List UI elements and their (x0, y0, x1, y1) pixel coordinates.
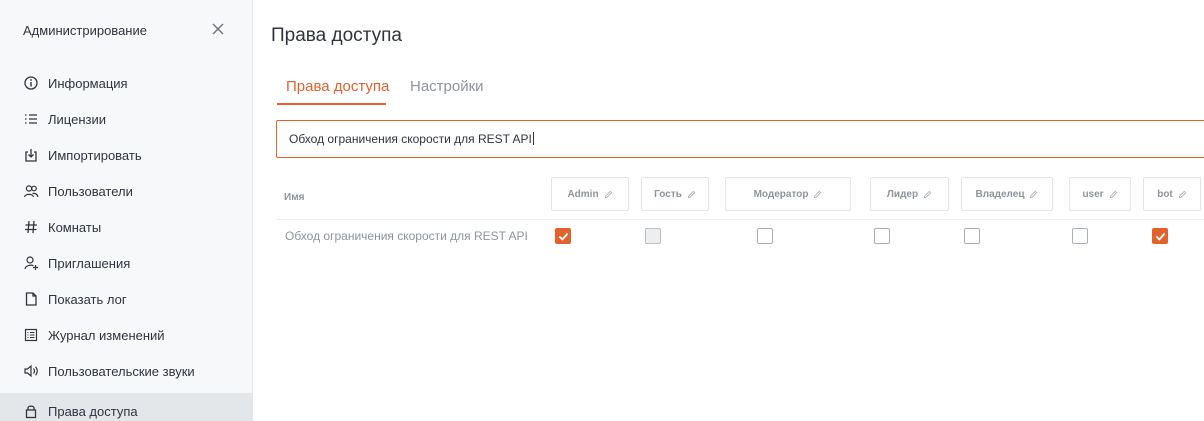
close-icon[interactable] (209, 20, 227, 38)
journal-icon (22, 326, 40, 344)
role-label: bot (1157, 188, 1173, 200)
sidebar-item-label: Пользовательские звуки (48, 363, 195, 379)
permission-checkbox-admin[interactable] (555, 228, 571, 244)
role-header-moderator[interactable]: Модератор (725, 177, 851, 211)
role-header-leader[interactable]: Лидер (870, 177, 949, 211)
pencil-icon (1030, 190, 1038, 198)
tab-settings[interactable]: Настройки (410, 78, 484, 95)
check-icon (1155, 232, 1166, 241)
permission-name: Обход ограничения скорости для REST API (285, 229, 528, 243)
active-tab-indicator (277, 103, 386, 105)
role-label: Модератор (753, 188, 809, 200)
sidebar-item-users[interactable]: Пользователи (0, 173, 253, 209)
check-icon (558, 232, 569, 241)
sidebar-item-licenses[interactable]: Лицензии (0, 101, 253, 137)
search-input[interactable]: Обход ограничения скорости для REST API (276, 120, 1204, 158)
file-icon (22, 290, 40, 308)
permission-checkbox-user[interactable] (1072, 228, 1088, 244)
search-input-value: Обход ограничения скорости для REST API (289, 132, 534, 146)
pencil-icon (1109, 190, 1117, 198)
info-icon (22, 74, 40, 92)
pencil-icon (687, 190, 696, 198)
role-label: Лидер (886, 188, 919, 200)
sidebar-item-audit-log[interactable]: Журнал изменений (0, 317, 253, 353)
sidebar-item-label: Приглашения (48, 255, 131, 271)
sidebar-item-invites[interactable]: Приглашения (0, 245, 253, 281)
volume-icon (22, 362, 40, 380)
sidebar-item-permissions[interactable]: Права доступа (0, 393, 253, 421)
sidebar-item-logs[interactable]: Показать лог (0, 281, 253, 317)
role-label: user (1082, 188, 1104, 200)
table-divider (276, 219, 1204, 220)
sidebar-item-label: Журнал изменений (48, 327, 165, 343)
admin-sidebar: Администрирование Информация Лицензии Им… (0, 0, 253, 421)
hashtag-icon (22, 218, 40, 236)
import-icon (22, 146, 40, 164)
role-header-user[interactable]: user (1069, 177, 1131, 211)
pencil-icon (923, 190, 932, 198)
sidebar-item-import[interactable]: Импортировать (0, 137, 253, 173)
sidebar-item-label: Пользователи (48, 183, 133, 199)
user-plus-icon (22, 254, 40, 272)
pencil-icon (814, 190, 822, 198)
sidebar-title: Администрирование (23, 23, 147, 38)
sidebar-item-label: Импортировать (48, 147, 142, 163)
permission-checkbox-owner[interactable] (964, 228, 980, 244)
permission-checkbox-leader[interactable] (874, 228, 890, 244)
list-icon (22, 110, 40, 128)
pencil-icon (1178, 190, 1186, 198)
sidebar-item-label: Показать лог (48, 291, 127, 307)
tab-permissions[interactable]: Права доступа (286, 78, 389, 95)
sidebar-item-label: Комнаты (48, 219, 102, 235)
role-header-bot[interactable]: bot (1143, 177, 1201, 211)
page-title: Права доступа (271, 25, 402, 46)
sidebar-item-label: Права доступа (48, 403, 138, 419)
lock-icon (22, 402, 40, 420)
role-label: Admin (567, 188, 599, 200)
role-header-owner[interactable]: Владелец (961, 177, 1053, 211)
permission-checkbox-guest[interactable] (645, 228, 661, 244)
role-label: Владелец (975, 188, 1025, 200)
sidebar-item-label: Лицензии (48, 111, 106, 127)
sidebar-item-label: Информация (48, 75, 128, 91)
sidebar-header: Администрирование (0, 0, 253, 60)
column-header-name: Имя (284, 192, 305, 203)
pencil-icon (604, 190, 612, 198)
users-icon (22, 182, 40, 200)
permission-checkbox-moderator[interactable] (757, 228, 773, 244)
role-header-guest[interactable]: Гость (641, 177, 709, 211)
text-caret (532, 132, 534, 145)
role-label: Гость (654, 188, 682, 200)
sidebar-item-custom-sounds[interactable]: Пользовательские звуки (0, 353, 253, 389)
permission-checkbox-bot[interactable] (1152, 228, 1168, 244)
sidebar-item-info[interactable]: Информация (0, 65, 253, 101)
role-header-admin[interactable]: Admin (551, 177, 629, 211)
sidebar-item-rooms[interactable]: Комнаты (0, 209, 253, 245)
